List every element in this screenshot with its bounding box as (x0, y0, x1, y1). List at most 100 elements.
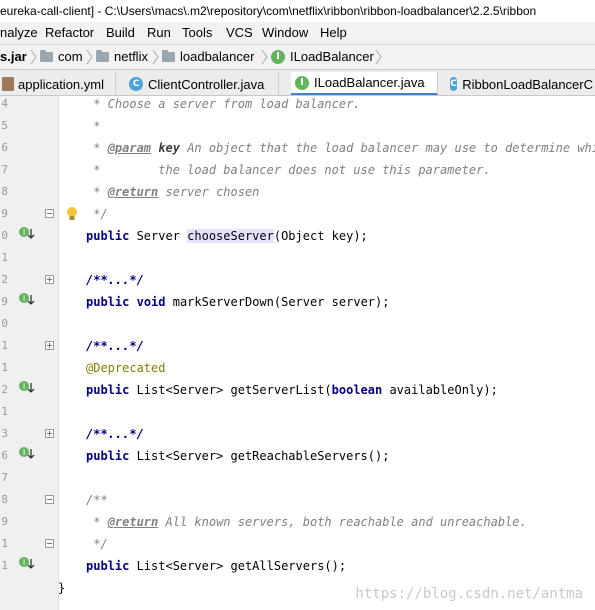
line-number: 5 (1, 119, 8, 132)
keyword: public (86, 229, 130, 243)
editor-gutter (0, 96, 58, 610)
svg-text:I: I (23, 558, 25, 567)
window-title: eureka-call-client] - C:\Users\macs\.m2\… (0, 4, 537, 18)
fold-expand-icon[interactable] (45, 275, 54, 284)
chevron-right-icon (30, 49, 37, 65)
chevron-right-icon (86, 49, 93, 65)
code-text: (Object key); (273, 229, 368, 243)
implementation-icon[interactable]: I (18, 556, 35, 570)
menu-run[interactable]: Run (147, 22, 171, 44)
code-line: */ (86, 203, 107, 225)
svg-text:I: I (23, 382, 25, 391)
code-text: List<Server> getReachableServers(); (129, 449, 390, 463)
chevron-right-icon (375, 49, 382, 65)
doc-comment: * (86, 119, 101, 133)
annotation: @Deprecated (86, 361, 166, 375)
code-text: availableOnly); (382, 383, 498, 397)
code-line-get-server-list: public List<Server> getServerList(boolea… (86, 379, 498, 401)
closing-brace: } (58, 581, 66, 595)
code-line: * Choose a server from load balancer. (86, 93, 361, 115)
doc-comment: * (86, 185, 108, 199)
lightbulb-icon[interactable] (66, 206, 78, 222)
folded-comment[interactable]: /**...*/ (86, 273, 144, 287)
implementation-icon[interactable]: I (18, 446, 35, 460)
code-line: } (58, 577, 65, 599)
doc-comment: */ (86, 537, 108, 551)
breadcrumb-item-netflix[interactable]: netflix (96, 45, 148, 69)
doc-comment: server chosen (158, 185, 260, 199)
code-line: /**...*/ (86, 335, 144, 357)
fold-expand-icon[interactable] (45, 341, 54, 350)
fold-expand-icon[interactable] (45, 429, 54, 438)
tab-label: ILoadBalancer.java (314, 75, 425, 90)
javadoc-tag: @return (107, 515, 159, 529)
implementation-icon[interactable]: I (18, 292, 35, 306)
code-line: * (86, 115, 100, 137)
method-name-highlighted[interactable]: chooseServer (187, 229, 274, 243)
keyword: boolean (331, 383, 383, 397)
line-number: 9 (1, 207, 8, 220)
yml-file-icon (2, 77, 14, 91)
keyword: public (86, 559, 130, 573)
menu-help[interactable]: Help (320, 22, 347, 44)
chevron-right-icon (261, 49, 268, 65)
line-number: 0 (1, 317, 8, 330)
code-line-get-reachable-servers: public List<Server> getReachableServers(… (86, 445, 389, 467)
javadoc-tag: @return (107, 185, 159, 199)
keyword: public (86, 449, 130, 463)
tab-label: ClientController.java (148, 76, 265, 92)
breadcrumb-item-iloadbalancer[interactable]: I ILoadBalancer (271, 45, 374, 69)
code-line: * the load balancer does not use this pa… (86, 159, 490, 181)
breadcrumb-label: netflix (114, 49, 148, 64)
menu-analyze[interactable]: nalyze (0, 22, 38, 44)
javadoc-tag: @param (107, 141, 152, 155)
line-number: 2 (1, 383, 8, 396)
line-number: 1 (1, 537, 8, 550)
doc-comment: * (86, 141, 108, 155)
menu-bar: nalyze Refactor Build Run Tools VCS Wind… (0, 22, 595, 44)
breadcrumb-label: loadbalancer (180, 49, 255, 64)
code-text: Server (129, 229, 188, 243)
code-line-choose-server: public Server chooseServer(Object key); (86, 225, 368, 247)
folded-comment[interactable]: /**...*/ (86, 427, 144, 441)
breadcrumb-label: ILoadBalancer (290, 49, 374, 64)
javadoc-param-name: key (158, 141, 180, 155)
code-editor[interactable]: 4 5 6 7 8 9 0 1 2 9 0 1 1 2 1 3 6 7 8 9 … (0, 96, 595, 610)
menu-refactor[interactable]: Refactor (45, 22, 94, 44)
tab-ribbon-load-balancer[interactable]: C RibbonLoadBalancerC (446, 72, 595, 95)
fold-collapse-icon[interactable] (45, 209, 54, 218)
folder-icon (96, 50, 109, 62)
doc-comment: * Choose a server from load balancer. (86, 97, 361, 111)
fold-collapse-icon[interactable] (45, 495, 54, 504)
code-line: /**...*/ (86, 269, 144, 291)
menu-tools[interactable]: Tools (182, 22, 212, 44)
doc-comment: All known servers, both reachable and un… (158, 515, 527, 529)
breadcrumb-jar[interactable]: s.jar (0, 45, 27, 69)
navigation-breadcrumb: s.jar com netflix loadbalancer I ILoadBa… (0, 44, 595, 70)
breadcrumb-label: com (58, 49, 83, 64)
line-number: 7 (1, 471, 8, 484)
breadcrumb-jar-label: s.jar (0, 49, 27, 64)
code-text: List<Server> getServerList( (129, 383, 332, 397)
code-line: /** (86, 489, 108, 511)
folded-comment[interactable]: /**...*/ (86, 339, 144, 353)
implementation-icon[interactable]: I (18, 380, 35, 394)
line-number: 1 (1, 339, 8, 352)
line-number: 8 (1, 185, 8, 198)
code-line-mark-server-down: public void markServerDown(Server server… (86, 291, 389, 313)
line-number: 8 (1, 493, 8, 506)
menu-window[interactable]: Window (262, 22, 308, 44)
implementation-icon[interactable]: I (18, 226, 35, 240)
tab-label: application.yml (18, 76, 104, 92)
watermark: https://blog.csdn.net/antma (355, 586, 583, 602)
doc-comment: An object that the load balancer may use… (179, 141, 595, 155)
class-icon: C (129, 77, 143, 91)
gutter-divider (58, 96, 59, 610)
menu-build[interactable]: Build (106, 22, 135, 44)
line-number: 1 (1, 405, 8, 418)
breadcrumb-item-loadbalancer[interactable]: loadbalancer (162, 45, 254, 69)
line-number: 1 (1, 361, 8, 374)
menu-vcs[interactable]: VCS (226, 22, 253, 44)
breadcrumb-item-com[interactable]: com (40, 45, 83, 69)
fold-collapse-icon[interactable] (45, 539, 54, 548)
